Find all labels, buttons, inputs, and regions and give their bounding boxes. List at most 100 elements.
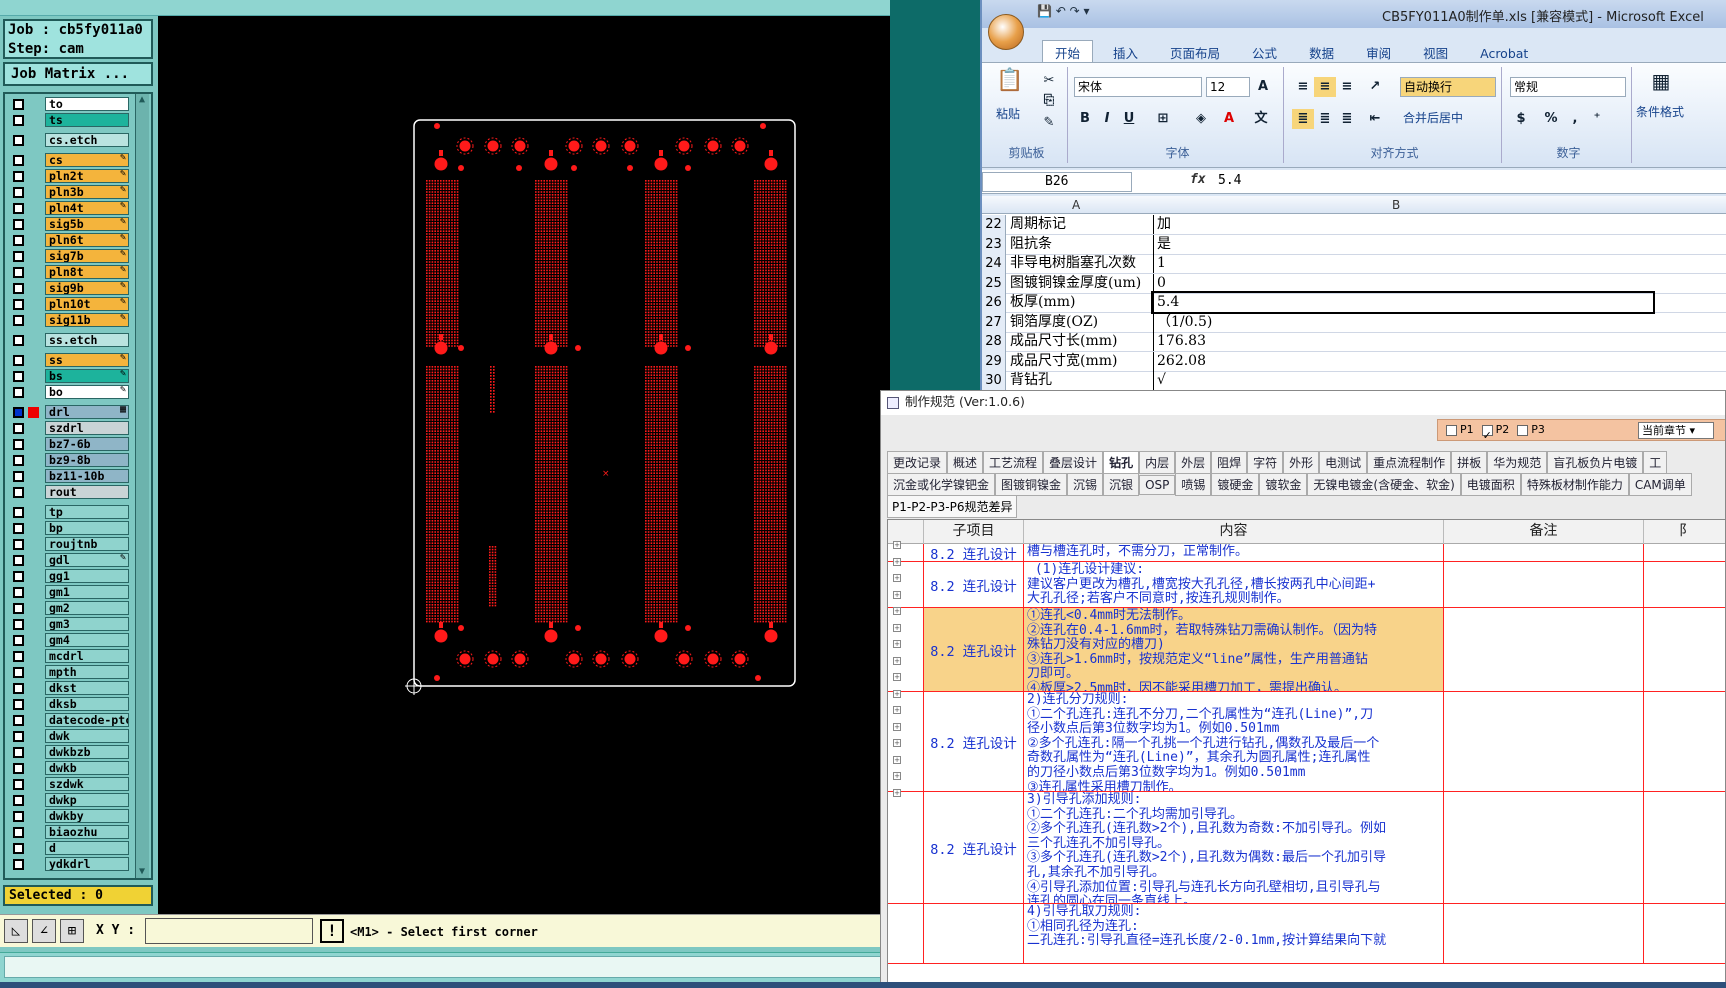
layer-checkbox[interactable]	[13, 714, 24, 726]
board-view[interactable]: ×	[158, 16, 890, 920]
office-button-icon[interactable]	[988, 14, 1024, 50]
border-icon[interactable]: ⊞	[1152, 109, 1174, 129]
job-matrix-button[interactable]: Job Matrix ...	[3, 62, 153, 86]
layer-row[interactable]: dwk	[7, 728, 129, 744]
row-selector[interactable]	[888, 792, 924, 903]
layer-row[interactable]: bz9-8b	[7, 452, 129, 468]
cell-note[interactable]	[1444, 692, 1644, 791]
layer-checkbox[interactable]	[13, 454, 24, 466]
layer-row[interactable]: pln8t ✎	[7, 264, 129, 280]
layer-checkbox[interactable]	[13, 538, 24, 550]
layer-checkbox[interactable]	[13, 406, 24, 418]
cell-b[interactable]: 176.83	[1153, 332, 1653, 351]
wrap-text-button[interactable]: 自动换行	[1400, 77, 1496, 97]
layer-name[interactable]: mcdrl	[45, 649, 129, 663]
row-number[interactable]: 27	[982, 312, 1006, 333]
cell-a[interactable]: 成品尺寸长(mm)	[1010, 332, 1150, 351]
cell-a[interactable]: 阻抗条	[1010, 235, 1150, 254]
layer-row[interactable]: drl ▦	[7, 404, 129, 420]
layer-checkbox[interactable]	[13, 570, 24, 582]
spec-tab[interactable]: 盲孔板负片电镀	[1547, 451, 1644, 474]
layer-name[interactable]: ss	[45, 353, 129, 367]
layer-row[interactable]: dwkby	[7, 808, 129, 824]
layer-row[interactable]: rout	[7, 484, 129, 500]
layer-name[interactable]: gg1	[45, 569, 129, 583]
orientation-icon[interactable]: ↗	[1364, 77, 1386, 97]
p-filter-item[interactable]: P3	[1509, 423, 1545, 436]
layer-name[interactable]: cs	[45, 153, 129, 167]
layer-checkbox[interactable]	[13, 602, 24, 614]
layer-checkbox[interactable]	[13, 682, 24, 694]
cell-b[interactable]: 加	[1153, 215, 1653, 234]
layer-row[interactable]: sig7b ✎	[7, 248, 129, 264]
layer-scrollbar[interactable]: ▲ ▼	[135, 94, 149, 878]
layer-name[interactable]: sig5b	[45, 217, 129, 231]
expand-icon[interactable]: +	[893, 673, 901, 681]
cell-b[interactable]: （1/0.5)	[1153, 312, 1653, 332]
cell-b[interactable]: 1	[1153, 254, 1653, 273]
layer-row[interactable]: gg1	[7, 568, 129, 584]
layer-checkbox[interactable]	[13, 746, 24, 758]
spec-row[interactable]: 8.2 连孔设计 3)引导孔添加规则: ①二个孔连孔:二个孔均需加引导孔。 ②多个…	[888, 792, 1725, 904]
layer-row[interactable]: sig5b ✎	[7, 216, 129, 232]
row-number[interactable]: 28	[982, 332, 1006, 352]
layer-name[interactable]: drl	[45, 405, 129, 419]
zoom-tool-icon[interactable]: ◺	[4, 919, 28, 943]
layer-name[interactable]: dwkbzb	[45, 745, 129, 759]
layer-row[interactable]: datecode-ptc	[7, 712, 129, 728]
cell-b[interactable]: 5.4	[1151, 291, 1655, 314]
name-box[interactable]: B26	[982, 172, 1132, 192]
expand-icon[interactable]: +	[893, 772, 901, 780]
scroll-up-icon[interactable]: ▲	[136, 94, 148, 106]
layer-row[interactable]: pln10t ✎	[7, 296, 129, 312]
conditional-format-icon[interactable]: ▦	[1650, 71, 1672, 99]
cell-sub[interactable]: 8.2 连孔设计	[924, 608, 1024, 691]
cell-content[interactable]: 4)引导孔取刀规则: ①相同孔径为连孔: 二孔连孔:引导孔直径=连孔长度/2-0…	[1024, 904, 1444, 963]
font-name-select[interactable]: 宋体	[1074, 77, 1202, 97]
cell-a[interactable]: 图镀铜镍金厚度(um)	[1010, 274, 1150, 293]
cell-note[interactable]	[1444, 562, 1644, 607]
layer-row[interactable]: ydkdrl	[7, 856, 129, 872]
layer-name[interactable]: sig7b	[45, 249, 129, 263]
layer-checkbox[interactable]	[13, 698, 24, 710]
cell-content[interactable]: ①连孔<0.4mm时无法制作。 ②连孔在0.4-1.6mm时，若取特殊钻刀需确认…	[1024, 608, 1444, 691]
cell-content[interactable]: 槽与槽连孔时，不需分刀，正常制作。	[1024, 544, 1444, 561]
layer-checkbox[interactable]	[13, 438, 24, 450]
p-filter-checkbox[interactable]: ✓	[1481, 424, 1493, 442]
layer-row[interactable]: ts	[7, 112, 129, 128]
layer-checkbox[interactable]	[13, 298, 24, 310]
spec-tab[interactable]: 沉银	[1103, 473, 1140, 496]
spec-tab[interactable]: 阻焊	[1211, 451, 1248, 474]
layer-checkbox[interactable]	[13, 554, 24, 566]
phonetic-icon[interactable]: 文	[1250, 109, 1272, 129]
cell-a[interactable]: 成品尺寸宽(mm)	[1010, 352, 1150, 371]
layer-name[interactable]: pln6t	[45, 233, 129, 247]
spec-tab[interactable]: 华为规范	[1487, 451, 1548, 474]
layer-name[interactable]: ts	[45, 113, 129, 127]
layer-row[interactable]: bo ✎	[7, 384, 129, 400]
expand-icon[interactable]: +	[893, 640, 901, 648]
worksheet-grid[interactable]: A B 22 周期标记加 23 阻抗条是 24 非导电树脂塞孔次数 1 25 图镀铜镍金厚度(u…	[982, 196, 1726, 390]
spec-tab[interactable]: 喷锡	[1175, 473, 1212, 496]
layer-checkbox[interactable]	[13, 354, 24, 366]
layer-name[interactable]: tp	[45, 505, 129, 519]
ribbon-tab[interactable]: 插入	[1101, 41, 1150, 64]
cut-icon[interactable]: ✂	[1038, 71, 1060, 91]
cell-a[interactable]: 非导电树脂塞孔次数	[1010, 254, 1150, 273]
header-note[interactable]: 备注	[1444, 520, 1644, 544]
layer-name[interactable]: dkst	[45, 681, 129, 695]
layer-checkbox[interactable]	[13, 730, 24, 742]
expand-icon[interactable]: +	[893, 590, 901, 599]
font-color-icon[interactable]: A	[1218, 109, 1240, 129]
header-content[interactable]: 内容	[1024, 520, 1444, 544]
layer-row[interactable]: gdl ✎	[7, 552, 129, 568]
layer-checkbox[interactable]	[13, 314, 24, 326]
cell-sub[interactable]: 8.2 连孔设计	[924, 562, 1024, 607]
cell-b[interactable]: √	[1153, 371, 1653, 390]
layer-checkbox[interactable]	[13, 486, 24, 498]
format-painter-icon[interactable]: ✎	[1038, 113, 1060, 133]
spec-tab[interactable]: 叠层设计	[1043, 451, 1104, 474]
layer-row[interactable]: dwkbzb	[7, 744, 129, 760]
layer-row[interactable]: gm4	[7, 632, 129, 648]
expand-icon[interactable]: +	[893, 689, 901, 698]
